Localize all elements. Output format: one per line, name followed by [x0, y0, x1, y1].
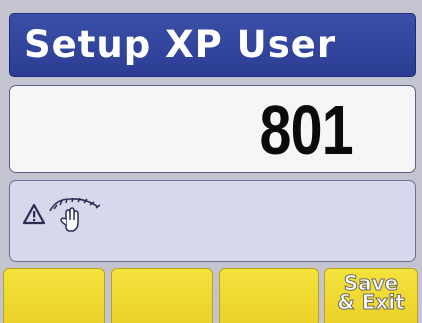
- softkey-3-button[interactable]: [219, 268, 319, 323]
- title-bar: Setup XP User: [9, 13, 416, 77]
- softkey-1-button[interactable]: [3, 268, 105, 323]
- softkey-2-button[interactable]: [111, 268, 213, 323]
- save-exit-button[interactable]: Save & Exit: [324, 268, 418, 323]
- save-exit-label: Save & Exit: [325, 273, 417, 314]
- page-title: Setup XP User: [24, 23, 337, 66]
- status-panel: [9, 180, 416, 262]
- user-number-value: 801: [259, 91, 354, 169]
- hand-gesture-icon: [49, 197, 101, 232]
- warning-icon: [22, 203, 46, 225]
- value-display-panel: 801: [9, 85, 416, 173]
- softkey-bar: Save & Exit: [0, 268, 422, 323]
- device-screen: Setup XP User 801 Save & Exit: [0, 0, 422, 323]
- save-exit-label-line2: & Exit: [337, 290, 405, 314]
